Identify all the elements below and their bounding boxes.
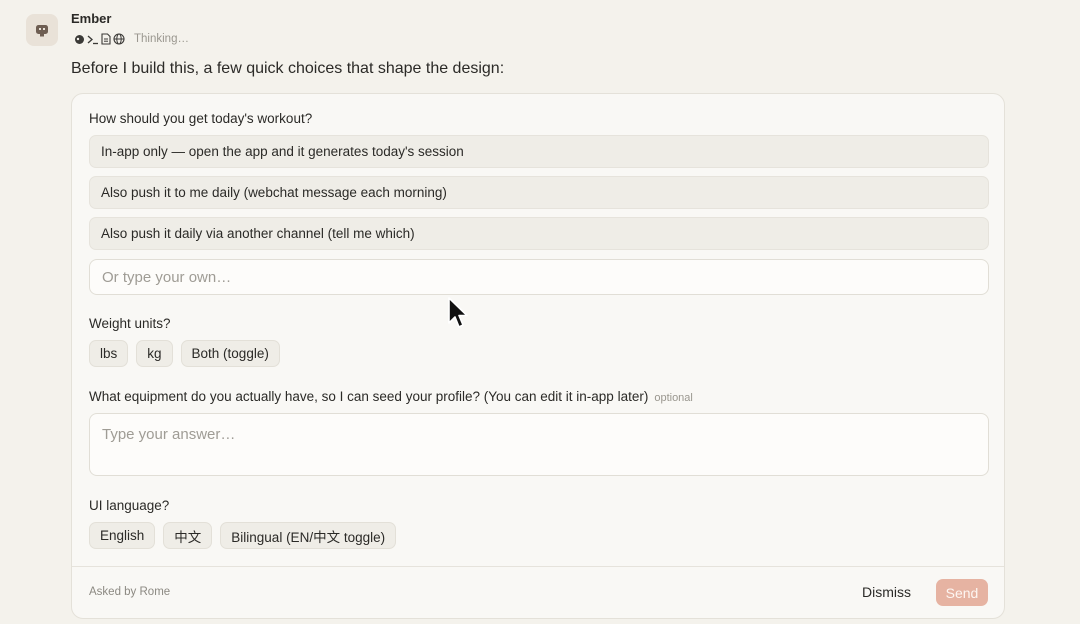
send-button[interactable]: Send (936, 579, 988, 606)
question-equipment-label: What equipment do you actually have, so … (89, 389, 693, 404)
question-weight-units-label: Weight units? (89, 316, 171, 331)
document-icon (101, 33, 111, 45)
option-in-app-only[interactable]: In-app only — open the app and it genera… (89, 135, 989, 168)
chip-kg[interactable]: kg (136, 340, 173, 367)
footer-divider (72, 566, 1004, 567)
thinking-status: Thinking… (134, 33, 189, 45)
terminal-icon (87, 34, 99, 45)
custom-answer-input[interactable] (89, 259, 989, 295)
ui-language-options: English 中文 Bilingual (EN/中文 toggle) (89, 522, 397, 549)
dismiss-button[interactable]: Dismiss (862, 584, 911, 600)
assistant-avatar (26, 14, 58, 46)
globe-icon (113, 33, 125, 45)
optional-tag: optional (654, 392, 693, 404)
option-push-webchat[interactable]: Also push it to me daily (webchat messag… (89, 176, 989, 209)
status-row: Thinking… (74, 31, 189, 47)
asked-by-label: Asked by Rome (89, 586, 171, 598)
intro-text: Before I build this, a few quick choices… (71, 60, 505, 77)
chip-chinese[interactable]: 中文 (163, 522, 213, 549)
question-equipment-text: What equipment do you actually have, so … (89, 389, 649, 404)
question-workout-delivery-label: How should you get today's workout? (89, 111, 313, 126)
weight-units-options: lbs kg Both (toggle) (89, 340, 280, 367)
chip-both-toggle[interactable]: Both (toggle) (180, 340, 280, 367)
chip-bilingual[interactable]: Bilingual (EN/中文 toggle) (220, 522, 397, 549)
robot-icon (36, 25, 48, 37)
chat-page: Ember Thinking… Before I build this, a f… (0, 0, 1080, 624)
question-ui-language-label: UI language? (89, 498, 170, 513)
question-card: How should you get today's workout? In-a… (71, 93, 1005, 619)
equipment-answer-input[interactable] (89, 413, 989, 476)
sender-name: Ember (71, 11, 112, 26)
option-push-other-channel[interactable]: Also push it daily via another channel (… (89, 217, 989, 250)
chip-lbs[interactable]: lbs (89, 340, 129, 367)
chip-english[interactable]: English (89, 522, 156, 549)
skill-icon (74, 34, 85, 45)
